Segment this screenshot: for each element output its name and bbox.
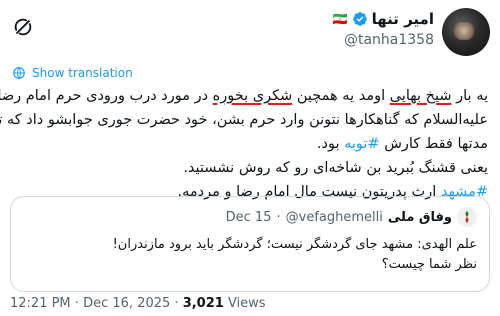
tweet-meta: 12:21 PM · Dec 16, 2025 · 3,021 Views	[10, 296, 266, 311]
avatar-image-detail	[452, 22, 476, 40]
quoted-author-avatar[interactable]	[457, 207, 477, 227]
flag-emoji: 🇮🇷	[332, 12, 348, 26]
quoted-tweet[interactable]: وفاق ملی @vefaghemelli · Dec 15 علم الهد…	[10, 196, 490, 292]
underlined-phrase: شیخ بهایی	[389, 88, 452, 104]
tweet-header: امیر تنها 🇮🇷 @tanha1358	[0, 8, 500, 58]
views-count: 3,021	[182, 296, 224, 311]
text-span: بود.	[316, 136, 345, 152]
text-span: یه بار	[451, 88, 488, 104]
underlined-phrase: شکری بخوره	[212, 88, 293, 104]
show-translation-link[interactable]: Show translation	[12, 66, 133, 80]
tweet-time[interactable]: 12:21 PM	[10, 296, 71, 311]
tweet-line: مدتها فقط کارش #توبه بود.	[8, 132, 488, 156]
text-span: اومد یه همچین	[292, 88, 390, 104]
author-handle[interactable]: @tanha1358	[333, 32, 434, 48]
logo-icon	[465, 211, 469, 223]
tweet-text: یه بار شیخ بهایی اومد یه همچین شکری بخور…	[0, 84, 488, 204]
tweet-date[interactable]: Dec 16, 2025	[83, 296, 170, 311]
separator-dot: ·	[174, 296, 179, 311]
quoted-author-name[interactable]: وفاق ملی	[388, 210, 452, 225]
author-avatar[interactable]	[442, 8, 490, 56]
author-info: امیر تنها 🇮🇷 @tanha1358	[333, 10, 434, 48]
author-name-row: امیر تنها 🇮🇷	[333, 10, 434, 28]
separator-dot: ·	[74, 296, 79, 311]
separator-dot: ·	[276, 209, 281, 225]
verified-badge-icon	[352, 12, 367, 26]
quoted-date[interactable]: Dec 15	[226, 210, 272, 225]
translate-globe-icon	[13, 67, 25, 79]
quoted-line: علم الهدی: مشهد جای گردشگر نیست؛ گردشگر …	[112, 237, 477, 252]
tweet-line: علیه‌السلام که گناهکارها نتونن وارد حرم …	[0, 112, 488, 128]
quoted-tweet-text: علم الهدی: مشهد جای گردشگر نیست؛ گردشگر …	[113, 235, 477, 275]
tweet-line: یه بار شیخ بهایی اومد یه همچین شکری بخور…	[0, 84, 488, 108]
show-translation-label[interactable]: Show translation	[32, 66, 133, 80]
text-span: در مورد درب ورودی حرم امام رضا	[0, 88, 213, 104]
text-span: مدتها فقط کارش	[379, 136, 488, 152]
tweet-line: یعنی قشنگ بُبرید بن شاخه‌ای رو که روش نش…	[183, 160, 488, 176]
grok-icon[interactable]	[12, 16, 34, 38]
quoted-line: نظر شما چیست؟	[381, 257, 477, 272]
quoted-tweet-header: وفاق ملی @vefaghemelli · Dec 15	[226, 207, 477, 227]
views-label: Views	[227, 296, 266, 311]
hashtag-link[interactable]: #توبه	[344, 136, 380, 152]
quoted-author-handle[interactable]: @vefaghemelli	[286, 210, 383, 225]
author-display-name[interactable]: امیر تنها	[372, 10, 434, 28]
